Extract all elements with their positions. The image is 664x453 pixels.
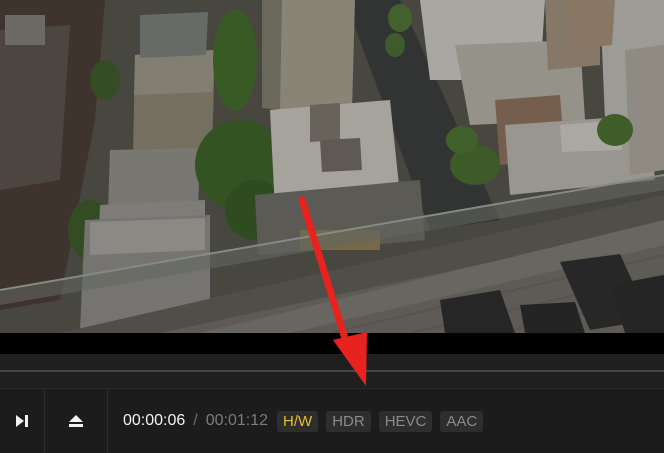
skip-next-button[interactable] — [0, 389, 45, 453]
video-scene — [0, 0, 664, 333]
hdr-badge: HDR — [326, 410, 371, 432]
eject-icon — [68, 415, 83, 427]
video-frame[interactable] — [0, 0, 664, 333]
letterbox-gap — [0, 333, 664, 354]
aac-badge: AAC — [440, 410, 484, 432]
seek-bar[interactable] — [0, 354, 664, 388]
hevc-badge: HEVC — [378, 410, 433, 432]
time-separator: / — [193, 412, 198, 429]
eject-button[interactable] — [44, 389, 108, 453]
seek-track[interactable] — [0, 370, 664, 372]
total-time: 00:01:12 — [205, 412, 269, 429]
current-time: 00:00:06 — [123, 412, 186, 429]
controls-bar: 00:00:06 / 00:01:12 H/W HDR HEVC AAC — [0, 388, 664, 453]
hw-decode-badge[interactable]: H/W — [277, 410, 319, 432]
playback-info: 00:00:06 / 00:01:12 H/W HDR HEVC AAC — [123, 389, 484, 453]
skip-next-icon — [16, 415, 28, 427]
